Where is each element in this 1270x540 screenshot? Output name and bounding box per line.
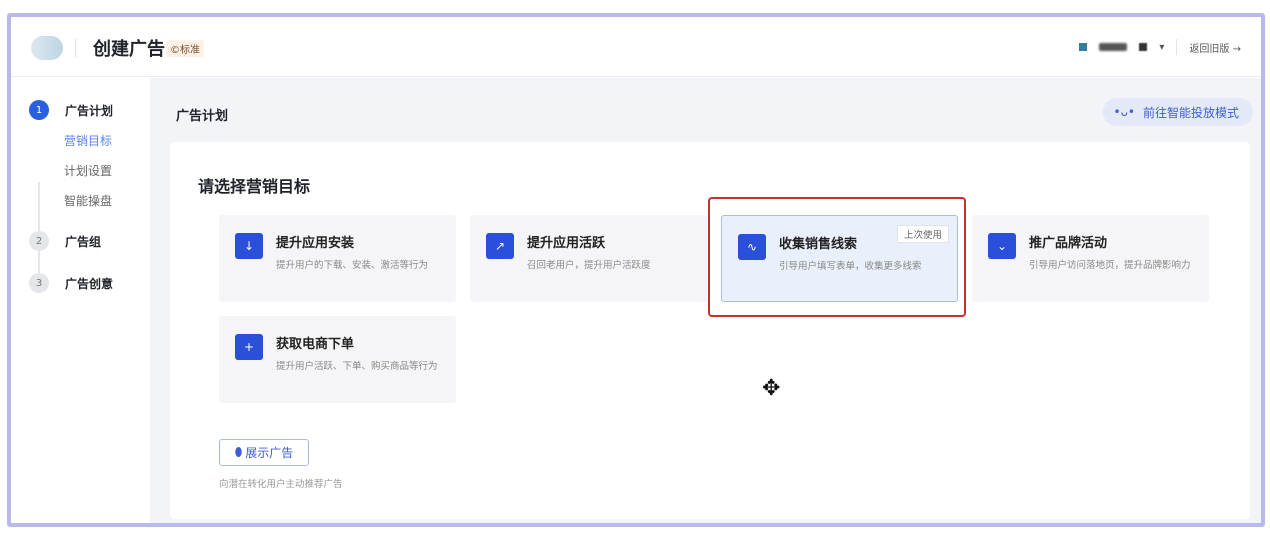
- goal-card-brand[interactable]: ⌄ 推广品牌活动 引导用户访问落地页，提升品牌影响力: [972, 215, 1209, 302]
- smart-mode-label: 前往智能投放模式: [1142, 105, 1239, 120]
- card-desc: 引导用户访问落地页，提升品牌影响力: [1029, 260, 1191, 271]
- substep-marketing-goal[interactable]: 营销目标: [64, 132, 112, 149]
- step-ad-creative[interactable]: 3 广告创意: [29, 273, 113, 293]
- main-content: 广告计划 •ᴗ• 前往智能投放模式 请选择营销目标 ↓ 提升应用安装 提升用户的下…: [150, 78, 1261, 523]
- step-number: 1: [29, 100, 49, 120]
- logo: [31, 36, 63, 60]
- show-ad-label: 展示广告: [245, 446, 294, 460]
- card-desc: 召回老用户，提升用户活跃度: [527, 260, 651, 271]
- substep-smart-ops[interactable]: 智能操盘: [64, 192, 112, 209]
- edition-badge: ©标准: [166, 40, 204, 57]
- step-number: 3: [29, 273, 49, 293]
- divider: [1176, 39, 1178, 55]
- smart-mode-button[interactable]: •ᴗ• 前往智能投放模式: [1103, 98, 1253, 126]
- monitor-chart-icon: ↗: [486, 233, 514, 259]
- show-ad-caption: 向潜在转化用户主动推荐广告: [219, 479, 343, 490]
- card-title: 提升应用安装: [276, 236, 355, 251]
- highlight-box: [708, 197, 966, 317]
- download-icon: ↓: [235, 233, 263, 259]
- move-cursor-icon: ✥: [762, 376, 781, 401]
- step-sidebar: 1 广告计划 营销目标 计划设置 智能操盘 2 广告组 3 广告创意: [11, 78, 150, 523]
- brand-chevron-icon: ⌄: [988, 233, 1016, 259]
- robot-icon: •ᴗ•: [1113, 105, 1135, 119]
- goal-panel: 请选择营销目标 ↓ 提升应用安装 提升用户的下载、安装、激活等行为 ↗ 提升应用…: [170, 142, 1250, 519]
- step-label: 广告计划: [65, 103, 114, 118]
- step-label: 广告创意: [65, 276, 114, 291]
- substep-plan-settings[interactable]: 计划设置: [64, 162, 112, 179]
- chevron-down-icon[interactable]: ▾: [1159, 42, 1164, 53]
- divider: [75, 39, 76, 57]
- account-avatar[interactable]: [1079, 43, 1088, 51]
- goal-card-app-install[interactable]: ↓ 提升应用安装 提升用户的下载、安装、激活等行为: [219, 215, 456, 302]
- step-label: 广告组: [65, 234, 102, 249]
- location-pin-icon: ⬮: [234, 445, 243, 459]
- goal-card-ecommerce[interactable]: + 获取电商下单 提升用户活跃、下单、购买商品等行为: [219, 316, 456, 403]
- account-name[interactable]: [1099, 43, 1128, 51]
- section-title: 广告计划: [176, 109, 229, 124]
- step-ad-group[interactable]: 2 广告组: [29, 231, 101, 251]
- card-title: 推广品牌活动: [1029, 236, 1108, 251]
- back-old-version-link[interactable]: 返回旧版 →: [1189, 40, 1241, 55]
- step-number: 2: [29, 231, 49, 251]
- goal-card-app-active[interactable]: ↗ 提升应用活跃 召回老用户，提升用户活跃度: [470, 215, 707, 302]
- card-desc: 提升用户活跃、下单、购买商品等行为: [276, 361, 438, 372]
- panel-title: 请选择营销目标: [198, 177, 311, 196]
- header: 创建广告 ©标准 ▾ 返回旧版 →: [11, 17, 1261, 77]
- page-title: 创建广告: [93, 39, 165, 60]
- app-window: 创建广告 ©标准 ▾ 返回旧版 → 1 广告计划 营销目标 计划设置 智能操盘 2…: [7, 13, 1265, 527]
- step-ad-plan[interactable]: 1 广告计划: [29, 100, 113, 120]
- card-title: 获取电商下单: [276, 337, 355, 352]
- card-title: 提升应用活跃: [527, 236, 606, 251]
- show-ad-button[interactable]: ⬮ 展示广告: [219, 439, 309, 466]
- account-area: ▾ 返回旧版 →: [1079, 39, 1241, 55]
- cart-icon: +: [235, 334, 263, 360]
- account-id: [1139, 43, 1148, 51]
- card-desc: 提升用户的下载、安装、激活等行为: [276, 260, 429, 271]
